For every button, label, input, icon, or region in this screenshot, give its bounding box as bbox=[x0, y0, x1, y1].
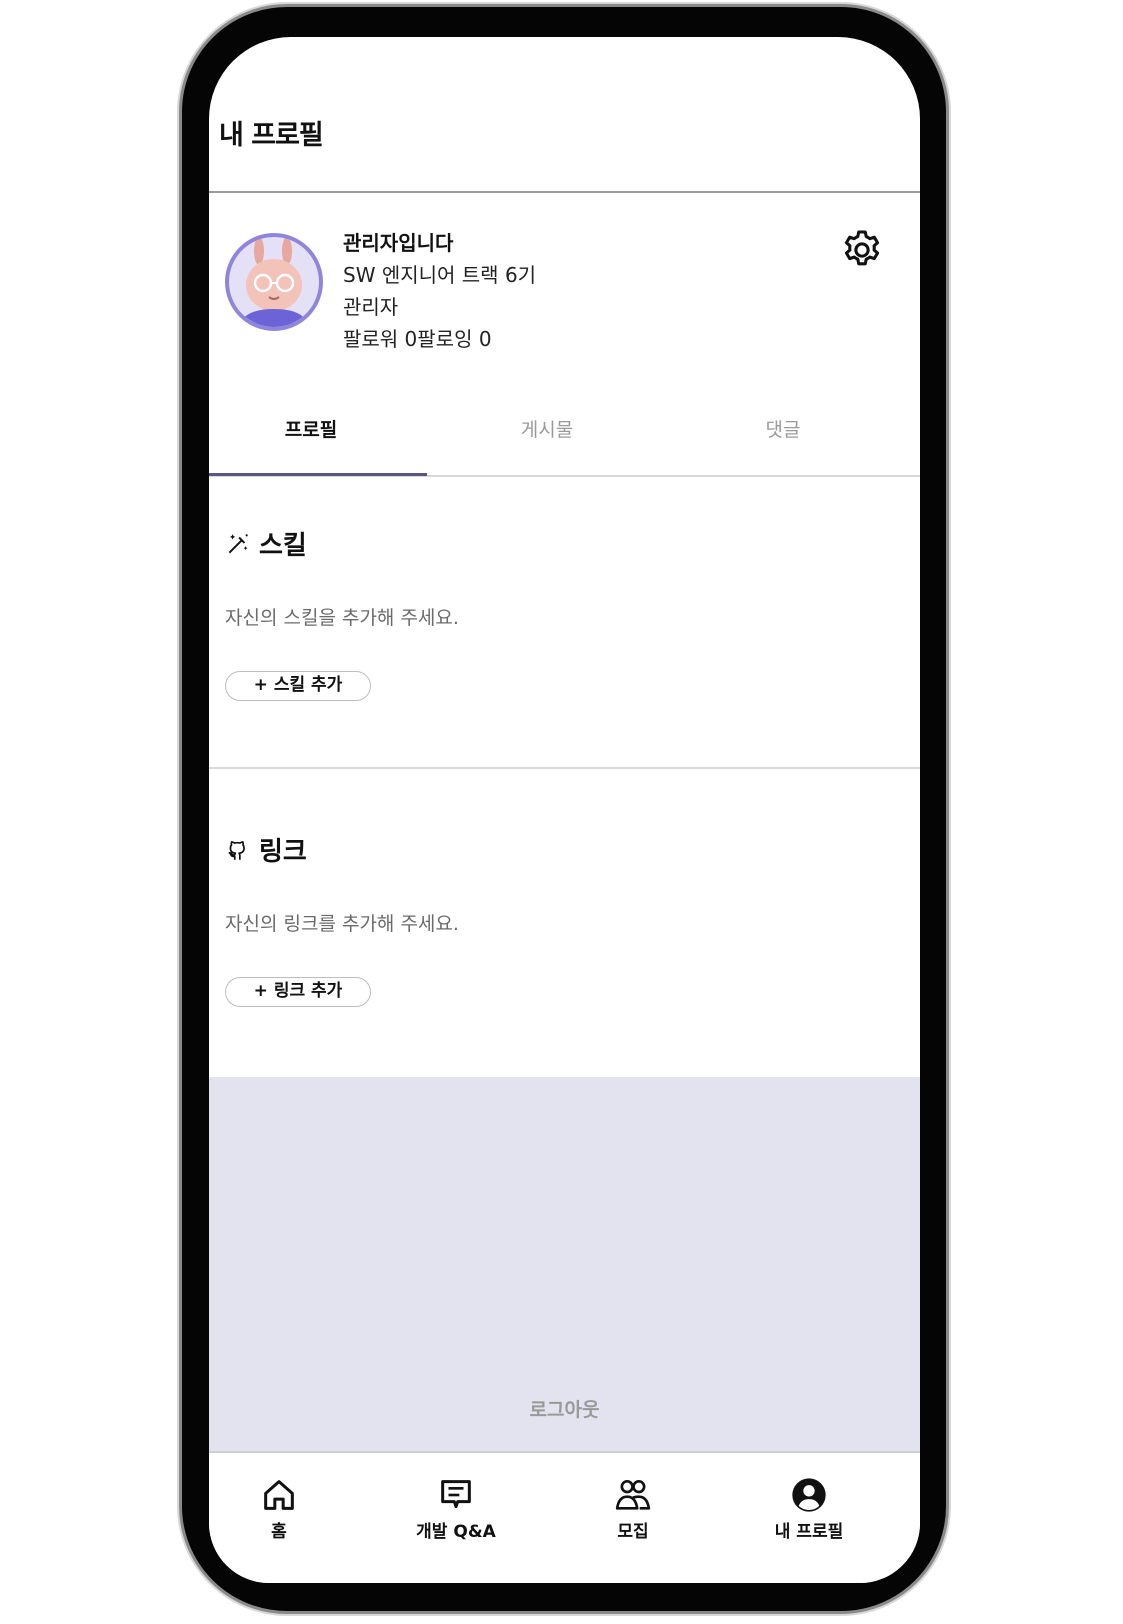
nav-recruit[interactable]: 모집 bbox=[563, 1475, 703, 1542]
follow-stats: 팔로워 0팔로잉 0 bbox=[343, 327, 492, 351]
page-title: 내 프로필 bbox=[219, 120, 324, 151]
tab-posts[interactable]: 게시물 bbox=[427, 403, 667, 475]
nav-my-profile-label: 내 프로필 bbox=[774, 1522, 844, 1542]
user-role: 관리자 bbox=[343, 295, 399, 319]
nav-recruit-label: 모집 bbox=[617, 1522, 649, 1542]
nav-my-profile[interactable]: 내 프로필 bbox=[739, 1475, 879, 1542]
phone-frame: 내 프로필 관리자입니다 SW 엔지니어 트랙 6기 관리자 팔로워 0팔로잉 … bbox=[179, 4, 949, 1614]
active-tab-indicator bbox=[209, 473, 427, 476]
nav-dev-qa[interactable]: 개발 Q&A bbox=[386, 1475, 526, 1542]
skills-title: 스킬 bbox=[259, 531, 307, 561]
skills-section: 스킬 자신의 스킬을 추가해 주세요. + 스킬 추가 bbox=[209, 477, 920, 767]
rabbit-avatar-image bbox=[239, 237, 309, 327]
home-icon bbox=[264, 1480, 294, 1510]
user-name: 관리자입니다 bbox=[343, 231, 454, 255]
add-link-button[interactable]: + 링크 추가 bbox=[225, 977, 371, 1007]
top-header: 내 프로필 bbox=[209, 37, 920, 193]
skills-description: 자신의 스킬을 추가해 주세요. bbox=[225, 607, 459, 629]
skills-heading: 스킬 bbox=[225, 525, 307, 562]
app-screen: 내 프로필 관리자입니다 SW 엔지니어 트랙 6기 관리자 팔로워 0팔로잉 … bbox=[209, 37, 920, 1583]
links-section: 링크 자신의 링크를 추가해 주세요. + 링크 추가 bbox=[209, 769, 920, 1077]
add-skill-button[interactable]: + 스킬 추가 bbox=[225, 671, 371, 701]
logout-button[interactable]: 로그아웃 bbox=[209, 1395, 920, 1422]
magic-wand-icon bbox=[228, 533, 248, 553]
profile-card: 관리자입니다 SW 엔지니어 트랙 6기 관리자 팔로워 0팔로잉 0 bbox=[209, 193, 920, 403]
avatar bbox=[225, 233, 323, 331]
links-description: 자신의 링크를 추가해 주세요. bbox=[225, 913, 459, 935]
nav-home-label: 홈 bbox=[271, 1522, 287, 1542]
user-icon bbox=[792, 1478, 826, 1512]
user-track: SW 엔지니어 트랙 6기 bbox=[343, 263, 537, 287]
links-title: 링크 bbox=[259, 837, 307, 867]
links-heading: 링크 bbox=[225, 831, 307, 868]
footer-area: 로그아웃 bbox=[209, 1077, 920, 1451]
bottom-navigation: 홈 개발 Q&A 모집 내 프로필 bbox=[209, 1451, 920, 1583]
gear-icon[interactable] bbox=[839, 227, 885, 273]
people-icon bbox=[615, 1479, 651, 1510]
nav-dev-qa-label: 개발 Q&A bbox=[416, 1522, 496, 1542]
tab-profile[interactable]: 프로필 bbox=[209, 403, 431, 475]
chat-icon bbox=[441, 1480, 471, 1509]
nav-home[interactable]: 홈 bbox=[209, 1475, 349, 1542]
github-icon bbox=[228, 840, 245, 860]
profile-tabs: 프로필 게시물 댓글 bbox=[209, 403, 920, 477]
tab-comments[interactable]: 댓글 bbox=[663, 403, 903, 475]
